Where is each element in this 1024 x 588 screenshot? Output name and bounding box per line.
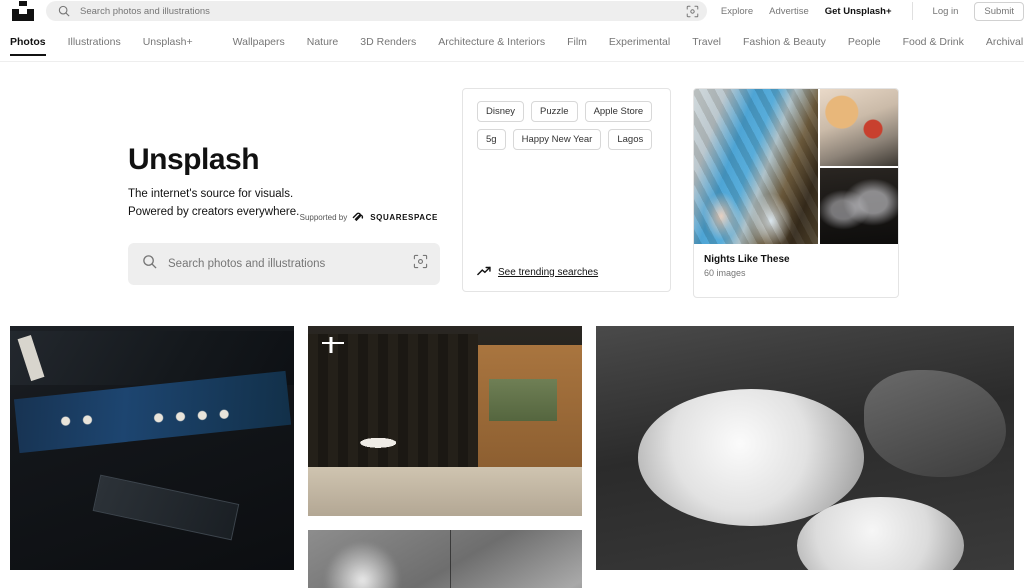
- category-people[interactable]: People: [848, 36, 881, 48]
- category-3d-renders[interactable]: 3D Renders: [360, 36, 416, 48]
- search-icon: [142, 254, 157, 274]
- submit-photo-button[interactable]: Submit: [974, 1, 1024, 21]
- collection-image-group: [694, 89, 898, 244]
- photo-black-and-white-chrysanthemum-flowers[interactable]: [596, 326, 1014, 570]
- trending-chip-disney[interactable]: Disney: [477, 101, 525, 122]
- photo-laptop-internals-circuit-board[interactable]: [10, 326, 294, 570]
- photo-column-3: [596, 326, 1014, 588]
- hero-search-placeholder: Search photos and illustrations: [168, 257, 326, 270]
- category-fashion-beauty[interactable]: Fashion & Beauty: [743, 36, 826, 48]
- category-nav-bar: Photos Illustrations Unsplash+ Wallpaper…: [0, 22, 1024, 62]
- category-film[interactable]: Film: [567, 36, 587, 48]
- category-architecture-interiors[interactable]: Architecture & Interiors: [438, 36, 545, 48]
- top-link-explore[interactable]: Explore: [721, 6, 753, 17]
- hero-section: Unsplash The internet's source for visua…: [10, 88, 440, 285]
- top-search-placeholder: Search photos and illustrations: [80, 5, 210, 17]
- photo-watermark-icon: [321, 337, 344, 354]
- trending-chip-list: Disney Puzzle Apple Store 5g Happy New Y…: [477, 101, 656, 150]
- top-bar: Search photos and illustrations Explore …: [0, 0, 1024, 22]
- login-link[interactable]: Log in: [933, 6, 959, 17]
- photo-column-2: [308, 326, 582, 588]
- collection-image-night: [820, 167, 898, 244]
- collection-card[interactable]: Nights Like These 60 images: [693, 88, 899, 298]
- tab-illustrations[interactable]: Illustrations: [68, 22, 121, 61]
- category-nature[interactable]: Nature: [307, 36, 339, 48]
- trending-chip-apple-store[interactable]: Apple Store: [584, 101, 653, 122]
- see-trending-searches-link[interactable]: See trending searches: [498, 267, 598, 278]
- trending-up-icon: [477, 263, 491, 281]
- trending-searches-card: Disney Puzzle Apple Store 5g Happy New Y…: [462, 88, 671, 292]
- tab-unsplash-plus[interactable]: Unsplash+: [143, 22, 193, 61]
- trending-chip-puzzle[interactable]: Puzzle: [531, 101, 578, 122]
- category-food-drink[interactable]: Food & Drink: [903, 36, 964, 48]
- visual-search-icon[interactable]: [685, 3, 701, 19]
- collection-image-food: [820, 89, 898, 166]
- top-search-bar[interactable]: Search photos and illustrations: [46, 1, 707, 21]
- category-experimental[interactable]: Experimental: [609, 36, 670, 48]
- top-link-get-unsplash-plus[interactable]: Get Unsplash+: [825, 6, 892, 17]
- search-icon: [56, 3, 72, 19]
- collection-title: Nights Like These: [704, 254, 790, 265]
- category-list: Wallpapers Nature 3D Renders Architectur…: [233, 36, 1024, 48]
- top-nav-links: Explore Advertise Get Unsplash+ Log in S…: [721, 1, 1024, 21]
- trending-searches-footer[interactable]: See trending searches: [477, 263, 656, 281]
- page-title: Unsplash: [128, 143, 260, 176]
- sponsor-name: SQUARESPACE: [370, 213, 438, 223]
- category-archival[interactable]: Archival: [986, 36, 1023, 48]
- supported-by-label: Supported by: [299, 213, 348, 223]
- top-bar-divider: [911, 2, 913, 20]
- hero-search-bar[interactable]: Search photos and illustrations: [128, 242, 440, 285]
- unsplash-logo[interactable]: [10, 0, 36, 22]
- trending-chip-happy-new-year[interactable]: Happy New Year: [512, 129, 602, 150]
- visual-search-icon[interactable]: [413, 254, 428, 274]
- photo-grayscale-motion-blur-interior[interactable]: [308, 530, 582, 588]
- collection-image-main: [694, 89, 818, 244]
- collection-meta: Nights Like These 60 images: [694, 244, 898, 278]
- category-travel[interactable]: Travel: [692, 36, 721, 48]
- tab-photos[interactable]: Photos: [10, 22, 46, 61]
- photo-dark-cabin-patio-architecture[interactable]: [308, 326, 582, 516]
- collection-image-side-group: [820, 89, 898, 244]
- trending-chip-lagos[interactable]: Lagos: [608, 129, 653, 150]
- photo-grid: [0, 326, 1024, 588]
- photo-column-1: [10, 326, 294, 588]
- squarespace-logo-icon: [352, 209, 365, 227]
- hero-subtitle-line-1: The internet's source for visuals.: [128, 188, 294, 200]
- trending-chip-5g[interactable]: 5g: [477, 129, 506, 150]
- collection-image-count: 60 images: [704, 268, 746, 278]
- page-content: Unsplash The internet's source for visua…: [0, 88, 1024, 298]
- primary-tabs: Photos Illustrations Unsplash+: [10, 22, 193, 61]
- category-wallpapers[interactable]: Wallpapers: [233, 36, 285, 48]
- top-link-advertise[interactable]: Advertise: [769, 6, 809, 17]
- hero-row: Unsplash The internet's source for visua…: [10, 88, 1014, 298]
